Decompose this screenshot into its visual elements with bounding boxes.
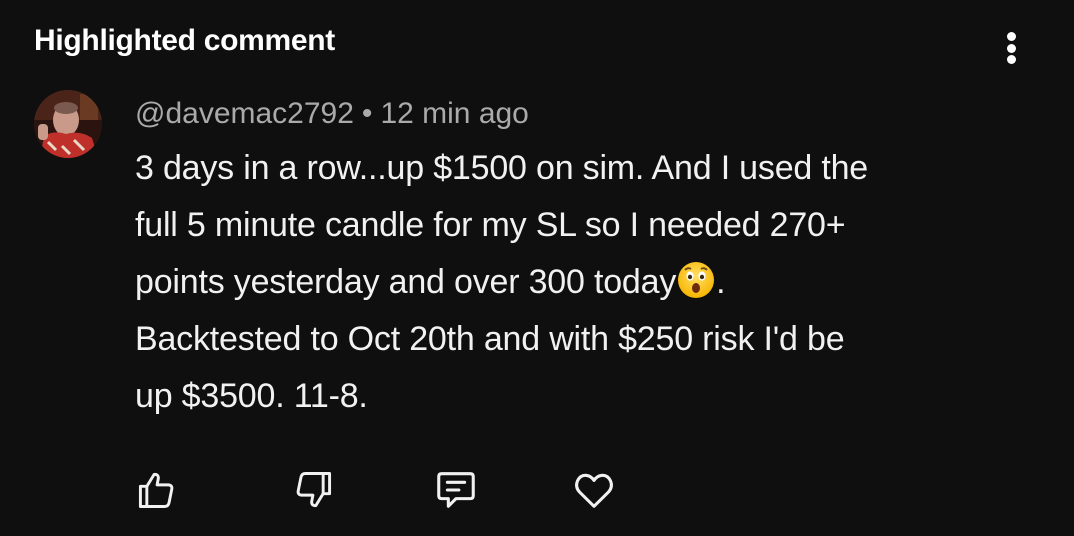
more-options-button[interactable] (996, 26, 1026, 70)
thumbs-down-icon (296, 472, 332, 508)
heart-icon (575, 473, 613, 508)
page-title: Highlighted comment (34, 24, 335, 57)
dislike-button[interactable] (286, 462, 342, 518)
comment-reply-icon (437, 472, 475, 508)
comment-line: 3 days in a row...up $1500 on sim. And I… (135, 149, 869, 187)
reply-button[interactable] (428, 462, 484, 518)
comment-line: Backtested to Oct 20th and with $250 ris… (135, 320, 845, 358)
more-dot (1006, 43, 1016, 53)
like-button[interactable] (128, 462, 184, 518)
comment-timestamp: 12 min ago (380, 97, 529, 130)
heart-button[interactable] (566, 462, 622, 518)
comment-line-text: points yesterday and over 300 today (135, 263, 677, 301)
comment-line-suffix: . (716, 263, 726, 301)
comment-text: 3 days in a row...up $1500 on sim. And I… (135, 140, 1035, 425)
hushed-face-emoji (676, 260, 716, 300)
more-vertical-icon (1006, 32, 1016, 41)
thumbs-up-icon (138, 472, 174, 508)
author-name[interactable]: @davemac2792 (135, 97, 354, 130)
avatar[interactable] (34, 90, 102, 158)
comment-line: full 5 minute candle for my SL so I need… (135, 206, 846, 244)
comment-actions (0, 462, 1074, 518)
comment-meta: @davemac2792 • 12 min ago (135, 94, 529, 134)
meta-separator: • (361, 97, 373, 130)
comment-line: points yesterday and over 300 today . (135, 254, 1035, 311)
comment-line: up $3500. 11-8. (135, 377, 368, 415)
avatar-image (34, 90, 102, 158)
more-dot (1006, 55, 1016, 64)
